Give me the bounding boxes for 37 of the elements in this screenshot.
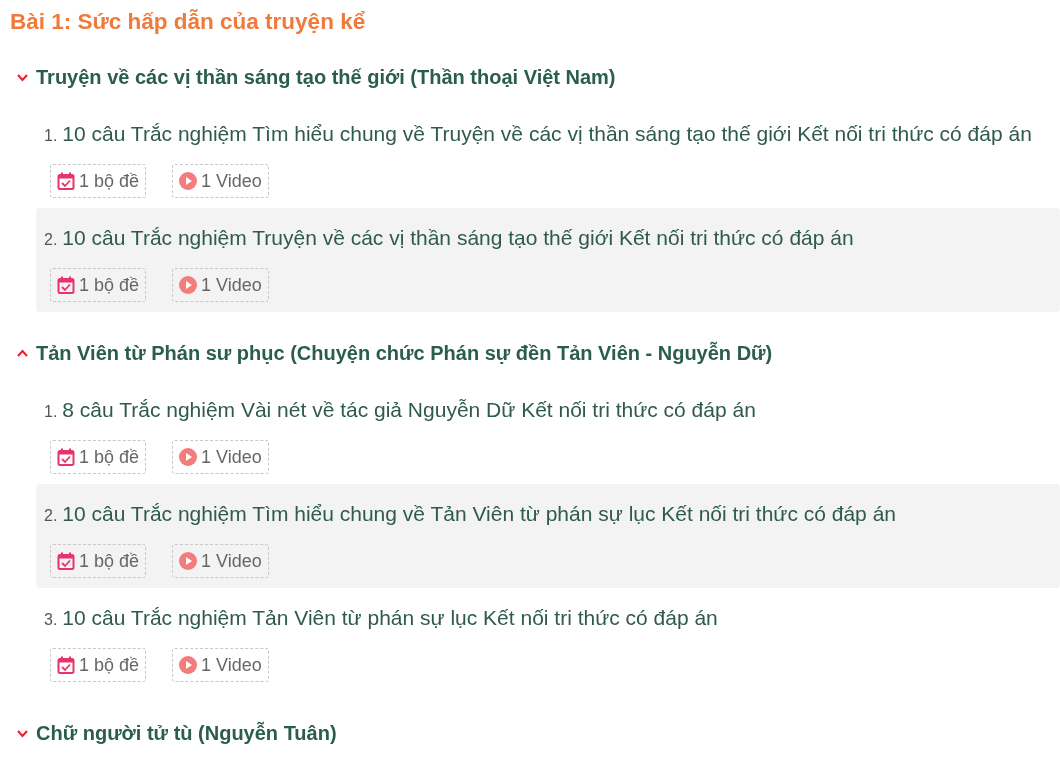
item-number: 2. [44,230,58,250]
item-number: 3. [44,610,58,630]
item-number: 1. [44,402,58,422]
calendar-check-icon [57,656,75,674]
badge-tag[interactable]: 1 bộ đề [50,440,147,474]
lesson-link[interactable]: 10 câu Trắc nghiệm Tản Viên từ phán sự lục Kết nối tri thức có đáp án [62,602,718,634]
badge-tag[interactable]: 1 bộ đề [50,268,147,302]
chevron-down-icon[interactable] [17,728,28,738]
badge-tag[interactable]: 1 Video [172,648,269,682]
play-icon [179,656,198,674]
item-number: 2. [44,506,58,526]
page-title: Bài 1: Sức hấp dẫn của truyện kể [10,8,367,36]
calendar-check-icon [57,448,75,466]
play-icon [179,552,198,570]
badge-tag[interactable]: 1 bộ đề [50,648,147,682]
badge-tag[interactable]: 1 Video [172,164,269,198]
lesson-link[interactable]: 10 câu Trắc nghiệm Tìm hiểu chung về Tản Viên từ phán sự lục Kết nối tri thức có đáp án [62,498,896,530]
section-heading[interactable]: Truyện về các vị thần sáng tạo thế giới (Thần thoại Việt Nam) [36,62,616,92]
lesson-link[interactable]: 8 câu Trắc nghiệm Vài nét về tác giả Nguyễn Dữ Kết nối tri thức có đáp án [62,394,756,426]
play-icon [179,172,198,190]
calendar-check-icon [57,172,75,190]
chevron-down-icon[interactable] [17,72,28,82]
lesson-link[interactable]: 10 câu Trắc nghiệm Tìm hiểu chung về Truyện về các vị thần sáng tạo thế giới Kết nối tri thức có đáp án [62,118,1032,150]
item-number: 1. [44,126,58,146]
calendar-check-icon [57,276,75,294]
chevron-up-icon[interactable] [17,348,28,358]
calendar-check-icon [57,552,75,570]
badge-tag[interactable]: 1 Video [172,440,269,474]
badge-tag[interactable]: 1 Video [172,544,269,578]
badge-tag[interactable]: 1 bộ đề [50,544,147,578]
play-icon [179,448,198,466]
lesson-link[interactable]: 10 câu Trắc nghiệm Truyện về các vị thần sáng tạo thế giới Kết nối tri thức có đáp án [62,222,854,254]
section-heading[interactable]: Tản Viên từ Phán sư phục (Chuyện chức Phán sự đền Tản Viên - Nguyễn Dữ) [36,338,773,368]
badge-tag[interactable]: 1 bộ đề [50,164,147,198]
badge-tag[interactable]: 1 Video [172,268,269,302]
section-heading[interactable]: Chữ người tử tù (Nguyễn Tuân) [36,718,337,748]
play-icon [179,276,198,294]
